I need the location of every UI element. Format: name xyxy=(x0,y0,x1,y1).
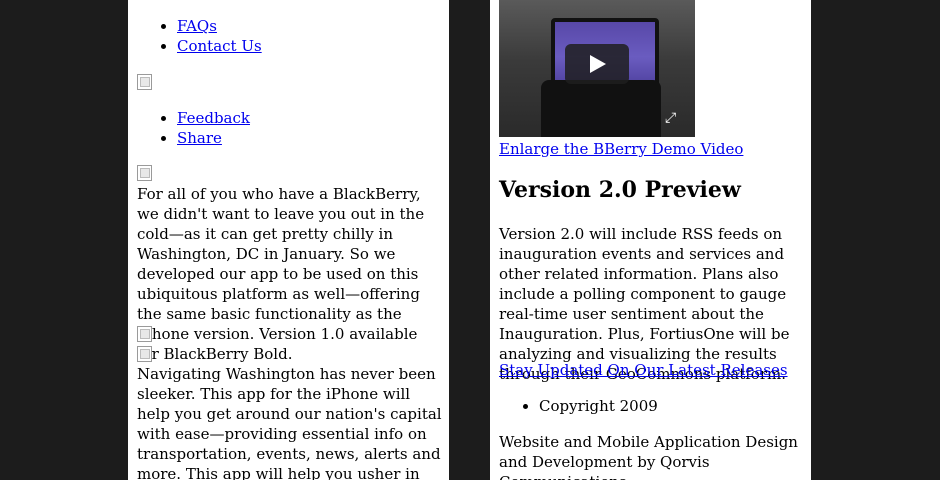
fullscreen-icon[interactable]: ⤢ xyxy=(665,110,676,126)
blackberry-description: For all of you who have a BlackBerry, we… xyxy=(137,185,425,363)
broken-image xyxy=(137,74,152,90)
preview-heading: Version 2.0 Preview xyxy=(499,177,741,203)
feedback-link[interactable]: Feedback xyxy=(177,109,250,127)
nav-item-contact: Contact Us xyxy=(177,36,262,56)
updates-link[interactable]: Stay Updated On Our Latest Releases xyxy=(499,360,788,380)
broken-image xyxy=(137,346,152,362)
left-content-panel: FAQs Contact Us Feedback Share For all o… xyxy=(128,0,449,480)
contact-us-link[interactable]: Contact Us xyxy=(177,37,262,55)
right-content-panel: ⤢ Enlarge the BBerry Demo Video Version … xyxy=(490,0,811,480)
copyright-text: Copyright 2009 xyxy=(539,396,658,416)
nav-list-top: FAQs Contact Us xyxy=(137,16,262,56)
share-link[interactable]: Share xyxy=(177,129,222,147)
iphone-description: Navigating Washington has never been sle… xyxy=(137,365,442,480)
broken-image xyxy=(137,326,152,342)
demo-video-player[interactable]: ⤢ xyxy=(499,0,695,137)
nav-list-bottom: Feedback Share xyxy=(137,108,250,148)
nav-item-feedback: Feedback xyxy=(177,108,250,128)
video-frame-phone xyxy=(541,80,661,137)
faqs-link[interactable]: FAQs xyxy=(177,17,217,35)
play-icon[interactable] xyxy=(565,44,629,84)
broken-image xyxy=(137,165,152,181)
credits-text: Website and Mobile Application Design an… xyxy=(499,433,798,480)
copyright-list: Copyright 2009 xyxy=(499,396,658,416)
nav-item-faqs: FAQs xyxy=(177,16,262,36)
enlarge-video-link[interactable]: Enlarge the BBerry Demo Video xyxy=(499,139,743,159)
nav-item-share: Share xyxy=(177,128,250,148)
